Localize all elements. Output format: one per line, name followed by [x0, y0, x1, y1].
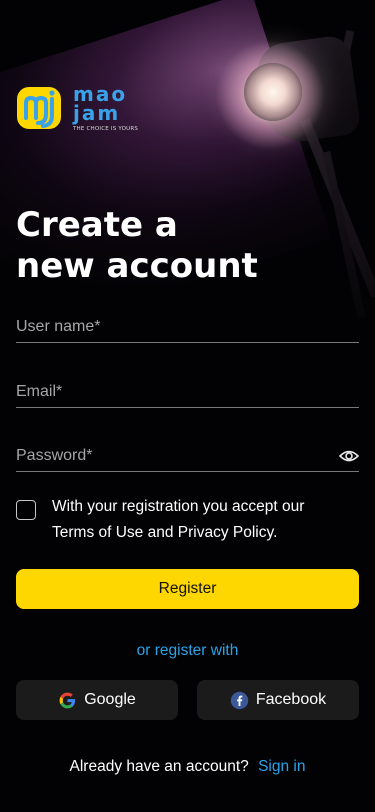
password-field	[16, 435, 359, 472]
brand-logo: mao jam THE CHOICE IS YOURS	[17, 84, 139, 132]
terms-row: With your registration you accept our Te…	[16, 494, 359, 546]
sign-in-row: Already have an account? Sign in	[0, 758, 375, 776]
google-label: Google	[84, 691, 136, 708]
sign-in-link[interactable]: Sign in	[258, 758, 305, 775]
page-title-line2: new account	[16, 246, 258, 286]
terms-line2[interactable]: Terms of Use and Privacy Policy.	[52, 520, 304, 546]
spotlight-lens	[244, 63, 302, 121]
brand-tagline: THE CHOICE IS YOURS	[73, 126, 139, 132]
page-title-line1: Create a	[16, 205, 178, 245]
terms-line1: With your registration you accept our	[52, 498, 305, 515]
facebook-label: Facebook	[255, 691, 327, 708]
page-title: Create a new account	[16, 205, 346, 287]
facebook-signup-button[interactable]: Facebook	[197, 680, 359, 720]
eye-icon[interactable]	[339, 449, 359, 463]
google-signup-button[interactable]: Google	[16, 680, 178, 720]
terms-text: With your registration you accept our Te…	[52, 494, 304, 546]
google-icon	[59, 692, 76, 708]
username-field	[16, 306, 359, 343]
email-input[interactable]	[16, 383, 316, 401]
brand-name-bottom: jam	[73, 101, 121, 125]
or-register-with-label: or register with	[136, 642, 239, 659]
terms-checkbox[interactable]	[16, 500, 36, 520]
maojam-logo-icon	[17, 87, 61, 129]
email-field	[16, 371, 359, 408]
register-button[interactable]: Register	[16, 569, 359, 609]
register-screen: mao jam THE CHOICE IS YOURS Create a new…	[0, 0, 375, 812]
already-account-text: Already have an account?	[69, 758, 249, 775]
password-input[interactable]	[16, 447, 316, 465]
username-input[interactable]	[16, 318, 316, 336]
facebook-icon	[230, 691, 249, 709]
